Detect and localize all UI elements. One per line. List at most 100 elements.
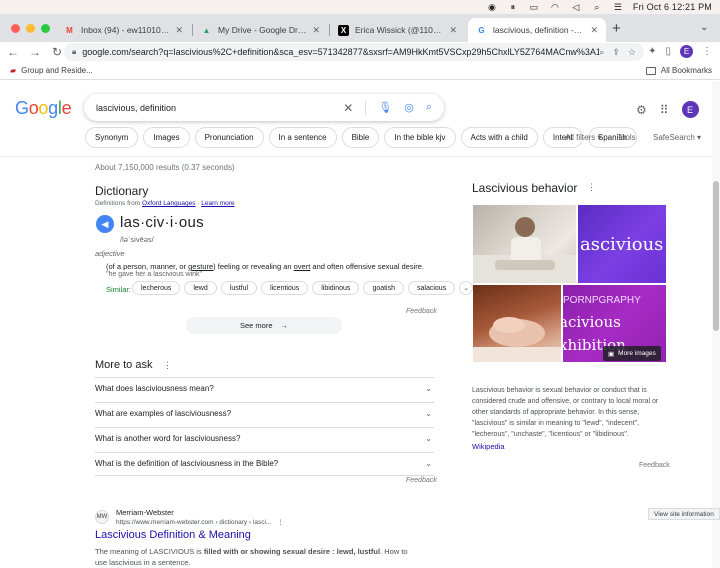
settings-gear-icon[interactable]: ⚙ (636, 103, 647, 117)
search-input[interactable]: lascivious, definition (96, 103, 343, 113)
zoom-window-button[interactable] (41, 24, 50, 33)
chip-acts-with-a-child[interactable]: Acts with a child (460, 127, 538, 148)
google-icon: G (478, 25, 485, 35)
close-window-button[interactable] (11, 24, 20, 33)
share-icon[interactable]: ⇪ (612, 47, 620, 58)
wifi-icon[interactable]: ◠ (549, 2, 561, 12)
learn-more-link[interactable]: Learn more (201, 200, 234, 207)
forward-arrow-icon[interactable]: → (26, 45, 44, 59)
spotlight-icon[interactable]: ⌕ (591, 2, 603, 12)
close-tab-icon[interactable]: ✕ (312, 25, 320, 36)
chip-synonym[interactable]: Synonym (85, 127, 139, 148)
address-bar-url[interactable]: google.com/search?q=lascivious%2C+defini… (82, 47, 599, 57)
result-site-name[interactable]: Merriam-Webster (116, 508, 174, 517)
question-item[interactable]: What are examples of lasciviousness? ⌄ (95, 409, 434, 418)
see-more-button[interactable]: See more → (186, 317, 342, 334)
synonym-chip[interactable]: salacious (408, 281, 456, 295)
new-tab-button[interactable]: + (612, 20, 621, 37)
tab-google-search[interactable]: G lascivious, definition - Google ✕ (468, 18, 606, 42)
chip-in-a-sentence[interactable]: In a sentence (268, 127, 337, 148)
page-scrollbar[interactable] (712, 81, 720, 568)
profile-avatar[interactable]: E (680, 45, 693, 58)
battery-icon[interactable]: ▭ (528, 2, 540, 12)
chip-in-the-bible-kjv[interactable]: In the bible kjv (384, 127, 456, 148)
expand-synonyms-chevron-icon[interactable]: ⌄ (459, 281, 474, 295)
knowledge-panel-image[interactable] (473, 285, 561, 362)
synonym-chip[interactable]: lecherous (132, 281, 181, 295)
overt-link[interactable]: overt (294, 262, 311, 271)
all-filters-button[interactable]: All filters ▾ (565, 133, 601, 142)
gesture-link[interactable]: gesture (188, 262, 213, 271)
volume-icon[interactable]: ◁ (570, 2, 582, 12)
chevron-down-icon: ⌄ (425, 434, 432, 443)
tab-title: Erica Wissick (@11010erieri) / (355, 25, 443, 35)
question-item[interactable]: What does lasciviousness mean? ⌄ (95, 384, 434, 393)
bookmark-label: Group and Reside... (21, 66, 93, 75)
account-avatar[interactable]: E (681, 101, 699, 118)
oxford-languages-link[interactable]: Oxford Languages (142, 200, 195, 207)
side-panel-icon[interactable]: ▯ (665, 46, 671, 57)
more-images-label: More images (618, 350, 656, 357)
control-center-icon[interactable]: ☰ (612, 2, 624, 12)
lens-camera-icon[interactable]: ◎ (404, 101, 414, 114)
more-images-button[interactable]: ▣ More images (603, 346, 661, 361)
close-tab-icon[interactable]: ✕ (175, 25, 183, 36)
apps-grid-icon[interactable]: ⠿ (660, 103, 669, 117)
synonym-chip[interactable]: lustful (220, 281, 258, 295)
minimize-window-button[interactable] (26, 24, 35, 33)
tools-button[interactable]: Tools (617, 133, 636, 142)
bookmark-item[interactable]: ▰ Group and Reside... (10, 66, 93, 75)
dictionary-feedback-link[interactable]: Feedback (406, 308, 437, 315)
site-info-lock-icon[interactable]: 🔒︎ (72, 47, 76, 57)
close-tab-icon[interactable]: ✕ (590, 25, 598, 36)
synonym-chip[interactable]: licentious (261, 281, 309, 295)
tab-drive[interactable]: ▲ My Drive - Google Drive ✕ (193, 18, 328, 42)
creative-cloud-icon[interactable]: ◉ (486, 2, 498, 12)
synonym-chip[interactable]: libidinous (312, 281, 360, 295)
definition-text: (of a person, manner, or gesture) feelin… (106, 262, 425, 271)
knowledge-panel-feedback-link[interactable]: Feedback (639, 462, 670, 469)
search-box[interactable]: lascivious, definition ✕ 🎙︎ ◎ ⌕ (84, 94, 444, 121)
google-logo[interactable]: Google (15, 98, 72, 119)
search-icon[interactable]: ⌕ (426, 101, 432, 114)
tab-search-chevron-icon[interactable]: ⌄ (700, 22, 708, 33)
clear-search-icon[interactable]: ✕ (343, 101, 353, 115)
man-on-bed-photo (473, 217, 576, 283)
browser-menu-icon[interactable]: ⋮ (702, 46, 712, 57)
zoom-search-icon[interactable]: ⌕ (599, 47, 604, 58)
result-url[interactable]: https://www.merriam-webster.com › dictio… (116, 518, 284, 526)
more-options-icon[interactable]: ⋮ (587, 182, 596, 193)
result-stats: About 7,150,000 results (0.37 seconds) (95, 163, 235, 172)
wikipedia-link[interactable]: Wikipedia (472, 442, 505, 451)
back-arrow-icon[interactable]: ← (4, 45, 22, 59)
scrollbar-thumb[interactable] (713, 181, 719, 331)
divider (95, 377, 434, 378)
similar-label: Similar: (106, 285, 132, 294)
tab-title: Inbox (94) - ew11010@gmail.c (81, 25, 170, 35)
safesearch-button[interactable]: SafeSearch ▾ (653, 133, 701, 142)
synonym-chip[interactable]: lewd (184, 281, 217, 295)
question-item[interactable]: What is another word for lasciviousness?… (95, 434, 434, 443)
chip-bible[interactable]: Bible (341, 127, 380, 148)
menu-bar-clock[interactable]: Fri Oct 6 12:21 PM (633, 2, 712, 12)
result-title-link[interactable]: Lascivious Definition & Meaning (95, 529, 251, 541)
more-options-icon[interactable]: ⋮ (163, 360, 172, 371)
chip-pronunciation[interactable]: Pronunciation (194, 127, 264, 148)
more-to-ask-feedback-link[interactable]: Feedback (406, 477, 437, 484)
knowledge-panel-image[interactable] (473, 205, 576, 283)
bookmarks-bar: ▰ Group and Reside... All Bookmarks (0, 62, 720, 80)
address-bar[interactable]: 🔒︎ google.com/search?q=lascivious%2C+def… (64, 43, 644, 61)
close-tab-icon[interactable]: ✕ (449, 25, 457, 36)
voice-search-mic-icon[interactable]: 🎙︎ (378, 101, 392, 114)
pronunciation-speaker-icon[interactable]: ◀︎ (96, 215, 114, 233)
knowledge-panel-image[interactable]: ascivious (578, 205, 666, 283)
question-item[interactable]: What is the definition of lasciviousness… (95, 459, 434, 468)
all-bookmarks-button[interactable]: All Bookmarks (645, 66, 712, 75)
pause-icon[interactable]: ⏸ (507, 2, 519, 12)
tab-x[interactable]: X Erica Wissick (@11010erieri) / ✕ (330, 18, 465, 42)
synonym-chip[interactable]: goatish (363, 281, 405, 295)
extensions-puzzle-icon[interactable]: ✦ (648, 46, 656, 57)
bookmark-star-icon[interactable]: ☆ (628, 47, 636, 58)
chip-images[interactable]: Images (143, 127, 190, 148)
tab-gmail[interactable]: M Inbox (94) - ew11010@gmail.c ✕ (56, 18, 191, 42)
